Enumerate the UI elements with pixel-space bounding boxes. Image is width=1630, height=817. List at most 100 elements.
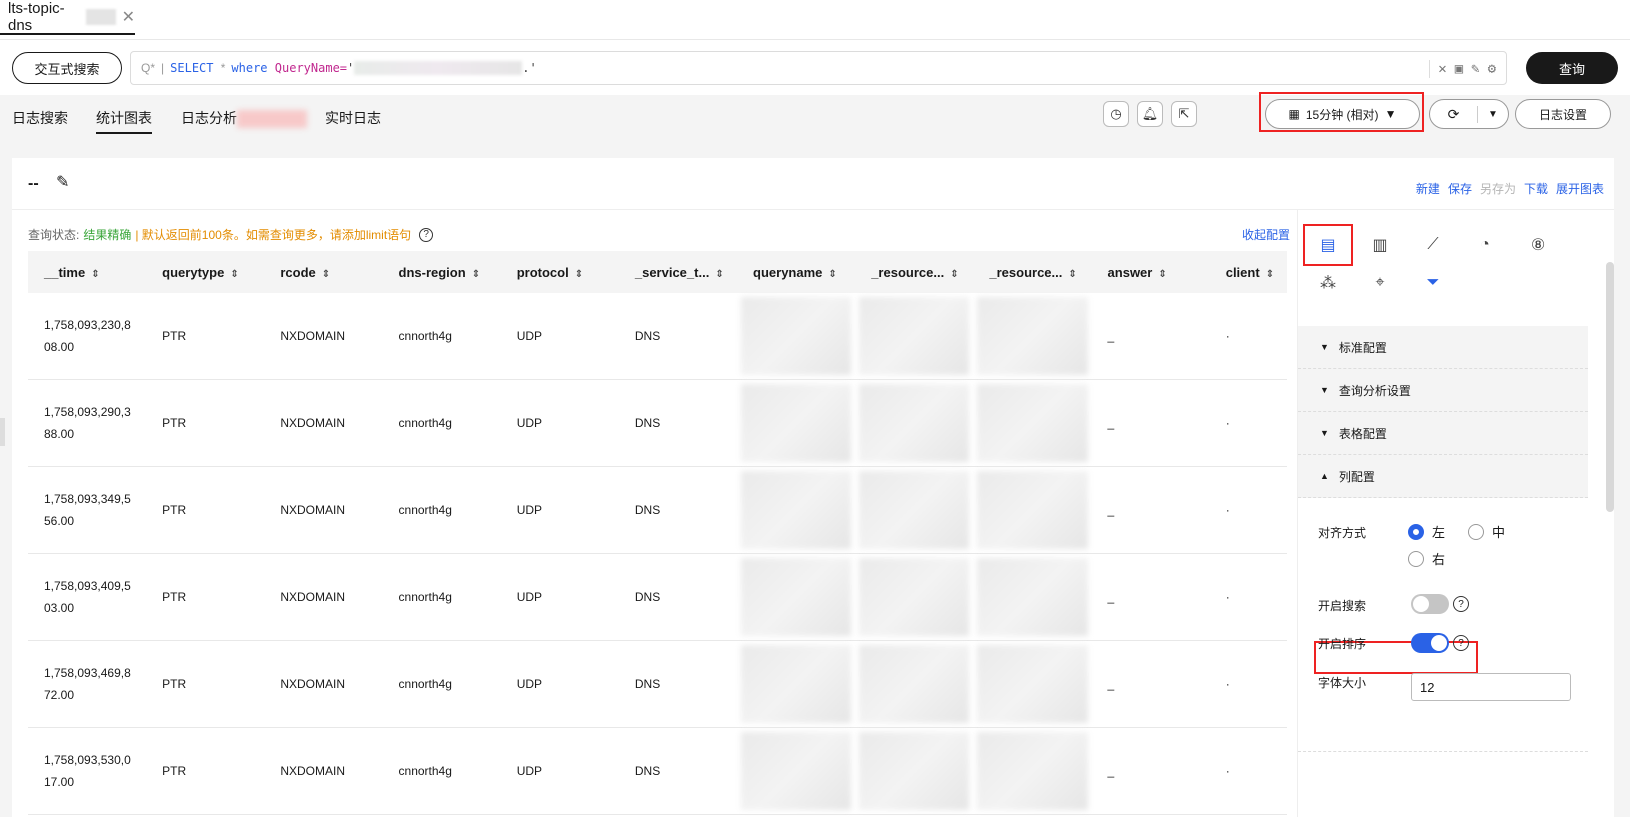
config-section[interactable]: ▼ 查询分析设置 bbox=[1298, 369, 1588, 412]
config-section[interactable]: ▲ 列配置 bbox=[1298, 455, 1588, 498]
pie-chart-icon[interactable]: ◔ bbox=[1470, 230, 1500, 260]
search-toggle[interactable] bbox=[1411, 594, 1449, 614]
tab-log-search[interactable]: 日志搜索 bbox=[12, 108, 68, 128]
tab-log-analysis[interactable]: 日志分析 bbox=[181, 108, 307, 129]
tab-statistics-chart[interactable]: 统计图表 bbox=[96, 108, 152, 134]
column-header[interactable]: client ⇕ bbox=[1209, 251, 1287, 293]
protocol-cell: UDP bbox=[500, 466, 619, 554]
font-size-input[interactable]: 12 bbox=[1411, 673, 1571, 701]
refresh-button[interactable]: ⟳ ▼ bbox=[1429, 99, 1509, 129]
side-handle[interactable] bbox=[0, 418, 5, 446]
column-header[interactable]: queryname ⇕ bbox=[737, 251, 856, 293]
scatter-chart-icon[interactable]: ⁂ bbox=[1313, 268, 1343, 298]
gear-icon[interactable]: ⚙ bbox=[1488, 61, 1496, 77]
chevron-down-icon[interactable]: ▼ bbox=[1478, 109, 1508, 120]
align-label: 对齐方式 bbox=[1318, 526, 1367, 540]
column-header[interactable]: _resource... ⇕ bbox=[855, 251, 974, 293]
save-chart-link[interactable]: 保存 bbox=[1448, 180, 1472, 197]
line-chart-icon[interactable]: ⟋ bbox=[1418, 230, 1448, 260]
table-row: 1,758,093,230,8 08.00 PTR NXDOMAIN cnnorth4g… bbox=[28, 293, 1287, 380]
close-icon[interactable]: ✕ bbox=[122, 7, 135, 27]
time-range-picker[interactable]: ▦ 15分钟 (相对) ▼ bbox=[1265, 99, 1420, 129]
sort-icon[interactable]: ⇕ bbox=[91, 269, 99, 280]
collapse-config-link[interactable]: 收起配置 bbox=[1242, 226, 1290, 243]
sort-icon[interactable]: ⇕ bbox=[828, 269, 836, 280]
column-header[interactable]: protocol ⇕ bbox=[500, 251, 619, 293]
query-button[interactable]: 查询 bbox=[1526, 52, 1618, 84]
rcode-cell: NXDOMAIN bbox=[264, 727, 383, 815]
align-right-radio[interactable]: 右 bbox=[1408, 549, 1445, 568]
sort-icon[interactable]: ⇕ bbox=[1068, 269, 1076, 280]
sort-icon[interactable]: ⇕ bbox=[230, 269, 238, 280]
sort-icon[interactable]: ⇕ bbox=[472, 269, 480, 280]
pin-icon[interactable]: ✎ bbox=[1471, 61, 1479, 77]
sort-icon[interactable]: ⇕ bbox=[715, 269, 723, 280]
service-cell: DNS bbox=[618, 553, 738, 641]
save-icon[interactable]: ▣ bbox=[1455, 61, 1463, 77]
sort-icon[interactable]: ⇕ bbox=[950, 269, 958, 280]
help-icon[interactable]: ? bbox=[1453, 635, 1469, 651]
download-link[interactable]: 下载 bbox=[1524, 180, 1548, 197]
sort-icon[interactable]: ⇕ bbox=[1158, 269, 1166, 280]
client-cell: · bbox=[1209, 293, 1287, 380]
config-section[interactable]: ▼ 标准配置 bbox=[1298, 326, 1588, 369]
column-header[interactable]: rcode ⇕ bbox=[264, 251, 383, 293]
map-chart-icon[interactable]: ⌖ bbox=[1365, 268, 1395, 298]
sort-icon[interactable]: ⇕ bbox=[1266, 269, 1274, 280]
region-cell: cnnorth4g bbox=[382, 727, 501, 815]
redacted-cell bbox=[855, 293, 974, 380]
topic-tab[interactable]: lts-topic-dns ✕ bbox=[0, 0, 135, 35]
column-header[interactable]: _resource... ⇕ bbox=[973, 251, 1092, 293]
save-as-link: 另存为 bbox=[1479, 182, 1516, 196]
align-center-radio[interactable]: 中 bbox=[1468, 522, 1505, 541]
column-header[interactable]: __time ⇕ bbox=[28, 251, 147, 293]
expand-chart-link[interactable]: 展开图表 bbox=[1556, 180, 1604, 197]
redacted-cell bbox=[737, 553, 856, 641]
history-icon[interactable]: ◷ bbox=[1103, 101, 1129, 127]
region-cell: cnnorth4g bbox=[382, 553, 501, 641]
sort-icon[interactable]: ⇕ bbox=[322, 269, 330, 280]
config-section[interactable]: ▼ 表格配置 bbox=[1298, 412, 1588, 455]
redacted-text bbox=[85, 8, 116, 25]
new-chart-link[interactable]: 新建 bbox=[1416, 180, 1440, 197]
refresh-icon[interactable]: ⟳ bbox=[1430, 105, 1478, 123]
region-cell: cnnorth4g bbox=[382, 379, 501, 467]
chart-panel: -- ✎ 新建 保存 另存为 下载 展开图表 查询状态: 结果精确 | 默认返回… bbox=[12, 158, 1614, 817]
log-settings-button[interactable]: 日志设置 bbox=[1515, 99, 1611, 129]
rcode-cell: NXDOMAIN bbox=[264, 293, 383, 380]
number-card-icon[interactable]: ⑧ bbox=[1523, 230, 1553, 260]
rcode-cell: NXDOMAIN bbox=[264, 553, 383, 641]
column-header[interactable]: answer ⇕ bbox=[1091, 251, 1210, 293]
bar-chart-icon[interactable]: ▥ bbox=[1365, 230, 1395, 260]
redacted-cell bbox=[855, 553, 974, 641]
tab-realtime-log[interactable]: 实时日志 bbox=[325, 108, 381, 128]
help-icon[interactable]: ? bbox=[1453, 596, 1469, 612]
querytype-cell: PTR bbox=[146, 727, 265, 815]
redacted-cell bbox=[737, 379, 856, 467]
share-icon[interactable]: ⇱ bbox=[1171, 101, 1197, 127]
column-header[interactable]: _service_t... ⇕ bbox=[618, 251, 738, 293]
pencil-icon[interactable]: ✎ bbox=[56, 172, 69, 192]
query-tools: ✕ ▣ ✎ ⚙ bbox=[1429, 52, 1496, 86]
table-chart-icon[interactable]: ▤ bbox=[1313, 230, 1343, 260]
clear-icon[interactable]: ✕ bbox=[1438, 61, 1446, 77]
help-icon[interactable]: ? bbox=[419, 227, 434, 242]
column-header[interactable]: dns-region ⇕ bbox=[382, 251, 501, 293]
config-sections: ▼ 标准配置 ▼ 查询分析设置 ▼ 表格配置 ▲ 列配置 bbox=[1298, 326, 1588, 498]
time-cell: 1,758,093,409,5 03.00 bbox=[28, 553, 147, 641]
query-input[interactable]: Q* | SELECT * where QueryName= ' .' ✕ ▣ … bbox=[130, 51, 1507, 85]
sort-toggle[interactable] bbox=[1411, 633, 1449, 653]
scrollbar[interactable] bbox=[1606, 262, 1614, 512]
bell-icon[interactable]: 🔔︎ bbox=[1137, 101, 1163, 127]
column-header[interactable]: querytype ⇕ bbox=[146, 251, 265, 293]
font-size-label: 字体大小 bbox=[1318, 676, 1367, 690]
chart-type-icons: ▤ ▥ ⟋ ◔ ⑧ ⁂ ⌖ ⏷ bbox=[1298, 210, 1614, 325]
align-left-radio[interactable]: 左 bbox=[1408, 522, 1445, 541]
interactive-search-button[interactable]: 交互式搜索 bbox=[12, 52, 122, 84]
config-panel: ▤ ▥ ⟋ ◔ ⑧ ⁂ ⌖ ⏷ ▼ 标准配置 ▼ 查询分析设置 ▼ 表格配置 ▲ 列配置 对齐… bbox=[1297, 210, 1614, 817]
funnel-chart-icon[interactable]: ⏷ bbox=[1418, 268, 1448, 298]
querytype-cell: PTR bbox=[146, 466, 265, 554]
redacted-cell bbox=[855, 466, 974, 554]
answer-cell: _ bbox=[1091, 640, 1210, 728]
sort-icon[interactable]: ⇕ bbox=[575, 269, 583, 280]
